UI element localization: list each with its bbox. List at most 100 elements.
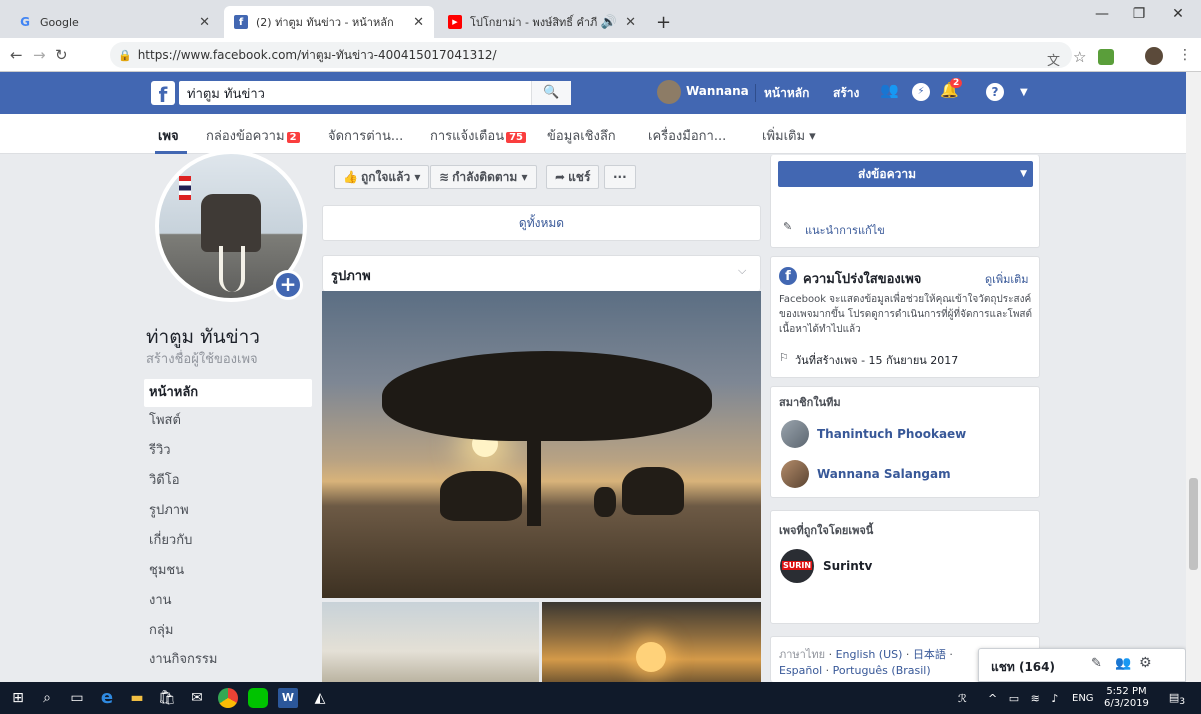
- language-link[interactable]: Español: [779, 664, 822, 677]
- tab-manage[interactable]: จัดการต่าน...: [328, 125, 403, 146]
- clock[interactable]: 5:52 PM 6/3/2019: [1104, 686, 1149, 710]
- notifications-badge: 75: [506, 132, 526, 143]
- mute-icon[interactable]: 🔊: [597, 15, 617, 30]
- people-icon[interactable]: ℛ: [958, 692, 967, 705]
- sidebar-item-groups[interactable]: กลุ่ม: [144, 617, 312, 645]
- friend-requests-icon[interactable]: 👥: [880, 81, 899, 99]
- facebook-logo-icon[interactable]: f: [151, 81, 175, 107]
- member-avatar[interactable]: [781, 420, 809, 448]
- tab-notifications[interactable]: การแจ้งเตือน 75: [430, 125, 526, 146]
- member-name-link[interactable]: Thanintuch Phookaew: [817, 427, 966, 441]
- windows-start-icon[interactable]: ⊞: [6, 688, 30, 708]
- back-icon[interactable]: ←: [10, 46, 23, 64]
- sidebar-item-videos[interactable]: วิดีโอ: [144, 467, 312, 495]
- word-icon[interactable]: W: [278, 688, 298, 708]
- tab-title: โปโกยาม่า - พงษ์สิทธิ์ คำภีร์ - YouTube: [470, 16, 597, 29]
- language-link[interactable]: Português (Brasil): [833, 664, 931, 677]
- search-icon[interactable]: ⌕: [35, 688, 59, 708]
- forward-icon[interactable]: →: [33, 46, 46, 64]
- account-menu-icon[interactable]: ▼: [1020, 87, 1028, 98]
- send-message-button[interactable]: ส่งข้อความ ▼: [778, 161, 1033, 187]
- action-center-icon[interactable]: ▤3: [1166, 688, 1188, 708]
- create-link[interactable]: สร้าง: [833, 84, 859, 103]
- search-input[interactable]: ท่าตูม ทันข่าว 🔍: [179, 81, 571, 105]
- translate-icon[interactable]: 文: [1047, 50, 1060, 69]
- sidebar-item-posts[interactable]: โพสต์: [144, 407, 312, 435]
- home-link[interactable]: หน้าหลัก: [764, 84, 809, 103]
- liked-page-name-link[interactable]: Surintv: [823, 559, 872, 573]
- input-language[interactable]: ENG: [1072, 693, 1094, 704]
- photo-thumbnail[interactable]: [542, 602, 761, 684]
- close-icon[interactable]: ✕: [621, 15, 636, 30]
- minimize-icon[interactable]: —: [1082, 6, 1122, 22]
- photo-thumbnail[interactable]: [322, 602, 539, 684]
- tab-page[interactable]: เพจ: [158, 125, 179, 146]
- url-bar[interactable]: 🔒 https://www.facebook.com/ท่าตูม-ทันข่า…: [110, 42, 1072, 68]
- language-link[interactable]: English (US): [836, 648, 903, 661]
- photo-main[interactable]: [322, 291, 761, 598]
- sidebar-item-community[interactable]: ชุมชน: [144, 557, 312, 585]
- maximize-icon[interactable]: ❐: [1119, 6, 1159, 22]
- more-options-button[interactable]: ···: [604, 165, 636, 189]
- gear-icon[interactable]: ⚙: [1139, 655, 1152, 671]
- language-link[interactable]: 日本語: [913, 648, 946, 661]
- sidebar-item-events[interactable]: งานกิจกรรม: [144, 646, 312, 674]
- menu-dots-icon[interactable]: ⋮: [1178, 47, 1192, 63]
- search-icon[interactable]: 🔍: [531, 81, 571, 105]
- line-icon[interactable]: [248, 688, 268, 708]
- close-icon[interactable]: ✕: [405, 15, 424, 30]
- chrome-icon[interactable]: [218, 688, 238, 708]
- contacts-icon[interactable]: 👥: [1115, 656, 1131, 671]
- messenger-icon[interactable]: ⚡: [912, 83, 930, 101]
- browser-tab-youtube[interactable]: ▶ โปโกยาม่า - พงษ์สิทธิ์ คำภีร์ - YouTub…: [438, 6, 646, 38]
- sidebar-item-photos[interactable]: รูปภาพ: [144, 497, 312, 525]
- see-more-link[interactable]: ดูเพิ่มเติม: [985, 270, 1029, 288]
- tab-more[interactable]: เพิ่มเติม ▾: [762, 125, 816, 146]
- surintv-logo[interactable]: SURIN: [780, 549, 814, 583]
- new-tab-button[interactable]: +: [656, 12, 671, 33]
- store-icon[interactable]: 🛍: [155, 688, 179, 708]
- edge-icon[interactable]: e: [95, 688, 119, 708]
- tab-tools[interactable]: เครื่องมือกา...: [648, 125, 726, 146]
- task-view-icon[interactable]: ▭: [65, 688, 89, 708]
- compose-icon[interactable]: ✎: [1091, 656, 1102, 671]
- following-button[interactable]: ≋ กำลังติดตาม ▾: [430, 165, 537, 189]
- tab-insights[interactable]: ข้อมูลเชิงลึก: [547, 125, 616, 146]
- close-icon[interactable]: ✕: [191, 15, 210, 30]
- see-all-link[interactable]: ดูทั้งหมด: [323, 206, 760, 240]
- file-explorer-icon[interactable]: ▬: [125, 688, 149, 708]
- close-window-icon[interactable]: ✕: [1158, 6, 1198, 22]
- suggest-edit-link[interactable]: แนะนำการแก้ไข: [805, 221, 885, 239]
- tab-inbox[interactable]: กล่องข้อความ 2: [206, 125, 300, 146]
- chat-bar[interactable]: แชท (164) ✎ 👥 ⚙: [978, 648, 1186, 682]
- browser-tab-google[interactable]: G Google ✕: [8, 6, 220, 38]
- member-name-link[interactable]: Wannana Salangam: [817, 467, 951, 481]
- sidebar-item-about[interactable]: เกี่ยวกับ: [144, 527, 312, 555]
- user-avatar[interactable]: [657, 80, 681, 104]
- add-photo-button[interactable]: +: [273, 270, 303, 300]
- create-username-link[interactable]: สร้างชื่อผู้ใช้ของเพจ: [146, 348, 258, 369]
- star-icon[interactable]: ☆: [1073, 48, 1086, 66]
- help-icon[interactable]: ?: [986, 83, 1004, 101]
- profile-avatar[interactable]: [1145, 47, 1163, 65]
- member-avatar[interactable]: [781, 460, 809, 488]
- sidebar-item-jobs[interactable]: งาน: [144, 587, 312, 615]
- page-scrollbar[interactable]: [1186, 72, 1201, 682]
- tusks-shape: [219, 246, 245, 292]
- reload-icon[interactable]: ↻: [55, 46, 68, 64]
- photos-card-title: รูปภาพ: [331, 269, 371, 284]
- extension-icon[interactable]: [1098, 49, 1114, 65]
- share-button[interactable]: ➦ แชร์: [546, 165, 600, 189]
- scrollbar-thumb[interactable]: [1189, 478, 1198, 570]
- browser-tab-facebook[interactable]: f (2) ท่าตูม ทันข่าว - หน้าหลัก ✕: [224, 6, 434, 38]
- lock-icon: 🔒: [118, 48, 132, 62]
- sidebar-item-home[interactable]: หน้าหลัก: [144, 379, 312, 407]
- sidebar-item-reviews[interactable]: รีวิว: [144, 437, 312, 465]
- system-tray-icons[interactable]: ^ ▭ ≋ ♪: [988, 692, 1062, 705]
- liked-button[interactable]: 👍 ถูกใจแล้ว ▾: [334, 165, 430, 189]
- mail-icon[interactable]: ✉: [185, 688, 209, 708]
- chevron-down-icon[interactable]: ⌵: [738, 264, 746, 278]
- thumbs-up-icon: 👍: [343, 170, 358, 184]
- photos-icon[interactable]: ◭: [308, 688, 332, 708]
- user-name-link[interactable]: Wannana: [686, 84, 749, 98]
